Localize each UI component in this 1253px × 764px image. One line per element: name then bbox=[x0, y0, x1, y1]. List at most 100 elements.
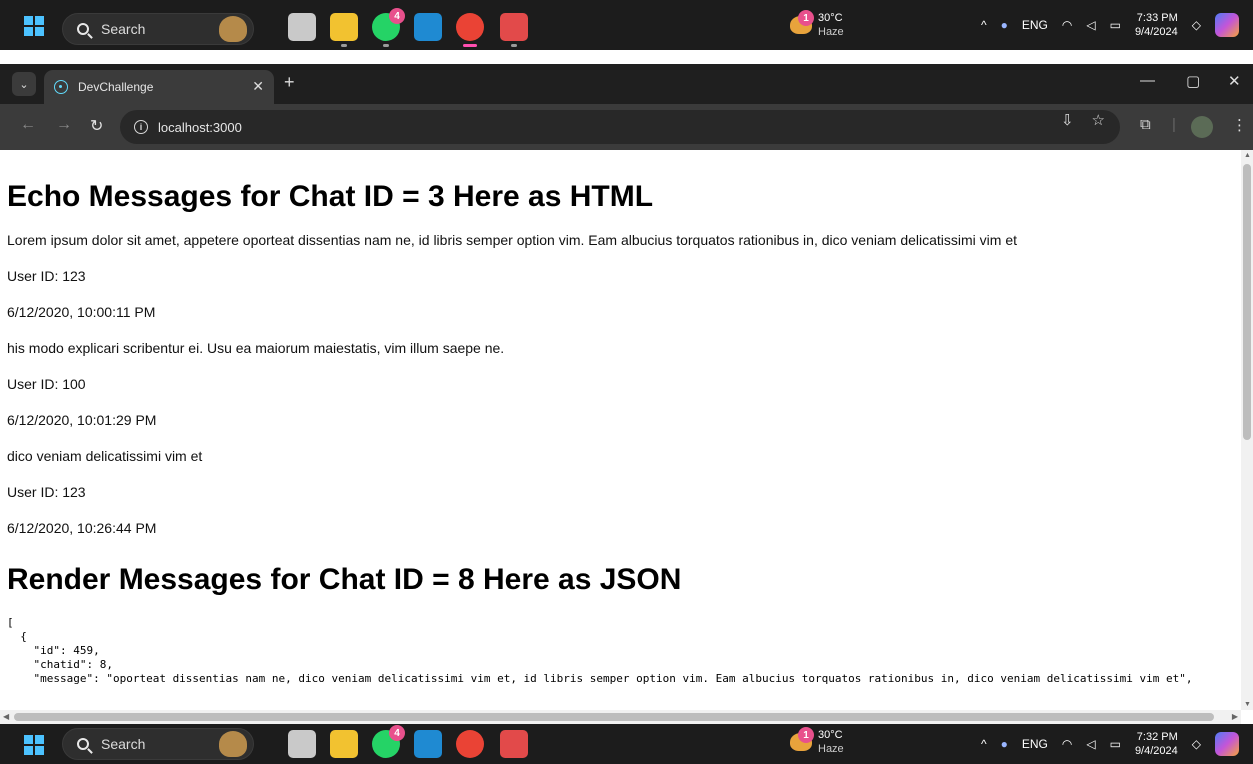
profile-avatar[interactable] bbox=[1191, 116, 1213, 138]
message-text: dico veniam delicatissimi vim et bbox=[7, 448, 203, 464]
vertical-scrollbar[interactable]: ▲ ▼ bbox=[1241, 150, 1253, 710]
close-window-icon[interactable]: ✕ bbox=[1228, 72, 1241, 90]
tab-search-chevron-icon[interactable]: ⌄ bbox=[12, 72, 36, 96]
bookmark-star-icon[interactable]: ☆ bbox=[1092, 111, 1105, 129]
scroll-down-icon[interactable]: ▼ bbox=[1244, 701, 1251, 708]
wifi-icon[interactable]: ◠ bbox=[1062, 18, 1072, 32]
microphone-icon[interactable]: ● bbox=[1001, 18, 1008, 32]
scroll-left-icon[interactable]: ◀ bbox=[3, 712, 9, 721]
message-user-id: User ID: 100 bbox=[7, 376, 86, 392]
install-app-icon[interactable]: ⇩ bbox=[1061, 111, 1074, 129]
message-timestamp: 6/12/2020, 10:01:29 PM bbox=[7, 412, 157, 428]
message-text: his modo explicari scribentur ei. Usu ea… bbox=[7, 340, 505, 356]
address-bar[interactable]: i localhost:3000 bbox=[120, 110, 1120, 144]
copilot-icon[interactable] bbox=[1215, 13, 1239, 37]
chevron-up-icon[interactable]: ^ bbox=[981, 18, 987, 32]
restore-icon[interactable]: ▢ bbox=[1186, 72, 1200, 90]
heading-html-messages: Echo Messages for Chat ID = 3 Here as HT… bbox=[7, 180, 654, 213]
whatsapp-badge: 4 bbox=[389, 725, 405, 741]
reload-icon[interactable]: ↻ bbox=[90, 116, 103, 136]
message-user-id: User ID: 123 bbox=[7, 268, 86, 284]
whatsapp-icon[interactable]: 4 bbox=[372, 725, 405, 758]
weather-badge: 1 bbox=[798, 727, 814, 743]
url-text: localhost:3000 bbox=[158, 119, 242, 135]
snipping-tool-icon[interactable] bbox=[500, 13, 528, 47]
horizontal-scrollbar[interactable]: ◀ ▶ bbox=[0, 710, 1241, 724]
clock-time: 7:32 PM bbox=[1136, 731, 1178, 743]
weather-temp: 30°C bbox=[818, 729, 843, 741]
vscode-icon[interactable] bbox=[414, 730, 442, 758]
tab-title: DevChallenge bbox=[78, 80, 154, 94]
taskbar-search-box[interactable]: Search bbox=[62, 728, 254, 760]
file-explorer-icon[interactable] bbox=[330, 730, 358, 758]
more-menu-icon[interactable]: ⋮ bbox=[1232, 116, 1247, 134]
language-indicator[interactable]: ENG bbox=[1022, 18, 1048, 32]
system-tray: ^ ● ENG ◠ ◁ ▭ 7:33 PM 9/4/2024 ◇ bbox=[981, 8, 1239, 42]
page-content: Echo Messages for Chat ID = 3 Here as HT… bbox=[0, 150, 1241, 710]
extensions-icon[interactable]: ⧉ bbox=[1140, 116, 1151, 133]
weather-temp: 30°C bbox=[818, 12, 843, 24]
taskbar-search-label: Search bbox=[101, 736, 146, 752]
windows-start-icon[interactable] bbox=[24, 735, 44, 755]
search-icon bbox=[77, 23, 89, 35]
chrome-icon[interactable] bbox=[456, 13, 484, 47]
omnibox-actions: ⇩ ☆ bbox=[1061, 111, 1105, 129]
json-output: [ { "id": 459, "chatid": 8, "message": "… bbox=[7, 616, 1193, 685]
clock-date: 9/4/2024 bbox=[1134, 26, 1178, 38]
weather-widget[interactable]: 1 30°C Haze bbox=[786, 10, 866, 44]
vertical-scroll-thumb[interactable] bbox=[1243, 164, 1251, 440]
copilot-icon[interactable] bbox=[1215, 732, 1239, 756]
battery-icon[interactable]: ▭ bbox=[1110, 18, 1121, 32]
site-info-icon[interactable]: i bbox=[134, 120, 148, 134]
windows-start-icon[interactable] bbox=[24, 16, 44, 36]
weather-condition: Haze bbox=[818, 743, 844, 755]
chrome-icon[interactable] bbox=[456, 730, 484, 758]
horizontal-scroll-thumb[interactable] bbox=[14, 713, 1214, 721]
notification-bell-icon[interactable]: ◇ bbox=[1192, 737, 1201, 751]
back-icon[interactable]: ← bbox=[20, 116, 36, 134]
search-icon bbox=[77, 738, 89, 750]
tab-close-icon[interactable]: ✕ bbox=[252, 78, 264, 95]
clock[interactable]: 7:33 PM 9/4/2024 bbox=[1135, 11, 1178, 39]
browser-tab-strip: ⌄ DevChallenge ✕ + — ▢ ✕ bbox=[0, 64, 1253, 104]
microphone-icon[interactable]: ● bbox=[1001, 737, 1008, 751]
battery-icon[interactable]: ▭ bbox=[1110, 737, 1121, 751]
tab-devchallenge[interactable]: DevChallenge ✕ bbox=[44, 70, 274, 104]
react-favicon-icon bbox=[54, 80, 68, 94]
file-explorer-icon[interactable] bbox=[330, 13, 358, 47]
browser-toolbar: ← → ↻ i localhost:3000 ⇩ ☆ ⧉ | ⋮ bbox=[0, 104, 1253, 150]
task-view-icon[interactable] bbox=[288, 13, 316, 41]
clock-time: 7:33 PM bbox=[1136, 12, 1178, 24]
volume-icon[interactable]: ◁ bbox=[1086, 737, 1095, 751]
scroll-up-icon[interactable]: ▲ bbox=[1244, 152, 1251, 159]
weather-condition: Haze bbox=[818, 26, 844, 38]
minimize-icon[interactable]: — bbox=[1140, 72, 1155, 89]
toolbar-divider: | bbox=[1172, 116, 1176, 133]
chevron-up-icon[interactable]: ^ bbox=[981, 737, 987, 751]
message-user-id: User ID: 123 bbox=[7, 484, 86, 500]
taskbar-bottom: Search 4 1 30°C Haze ^ ● ENG ◠ ◁ ▭ 7:32 … bbox=[0, 724, 1253, 764]
clock-date: 9/4/2024 bbox=[1134, 745, 1178, 757]
whatsapp-icon[interactable]: 4 bbox=[372, 8, 405, 47]
volume-icon[interactable]: ◁ bbox=[1086, 18, 1095, 32]
weather-widget[interactable]: 1 30°C Haze bbox=[786, 727, 866, 761]
forward-icon[interactable]: → bbox=[56, 116, 72, 134]
taskbar-search-label: Search bbox=[101, 21, 146, 37]
vscode-icon[interactable] bbox=[414, 13, 442, 41]
wifi-icon[interactable]: ◠ bbox=[1062, 737, 1072, 751]
taskbar-search-box[interactable]: Search bbox=[62, 13, 254, 45]
new-tab-icon[interactable]: + bbox=[284, 72, 295, 93]
task-view-icon[interactable] bbox=[288, 730, 316, 758]
clock[interactable]: 7:32 PM 9/4/2024 bbox=[1135, 730, 1178, 758]
heading-json-messages: Render Messages for Chat ID = 8 Here as … bbox=[7, 563, 682, 596]
snipping-tool-icon[interactable] bbox=[500, 730, 528, 758]
search-highlight-icon bbox=[219, 731, 247, 757]
scroll-right-icon[interactable]: ▶ bbox=[1232, 712, 1238, 721]
search-highlight-icon bbox=[219, 16, 247, 42]
language-indicator[interactable]: ENG bbox=[1022, 737, 1048, 751]
message-timestamp: 6/12/2020, 10:26:44 PM bbox=[7, 520, 157, 536]
notification-bell-icon[interactable]: ◇ bbox=[1192, 18, 1201, 32]
system-tray: ^ ● ENG ◠ ◁ ▭ 7:32 PM 9/4/2024 ◇ bbox=[981, 727, 1239, 761]
weather-badge: 1 bbox=[798, 10, 814, 26]
whatsapp-badge: 4 bbox=[389, 8, 405, 24]
